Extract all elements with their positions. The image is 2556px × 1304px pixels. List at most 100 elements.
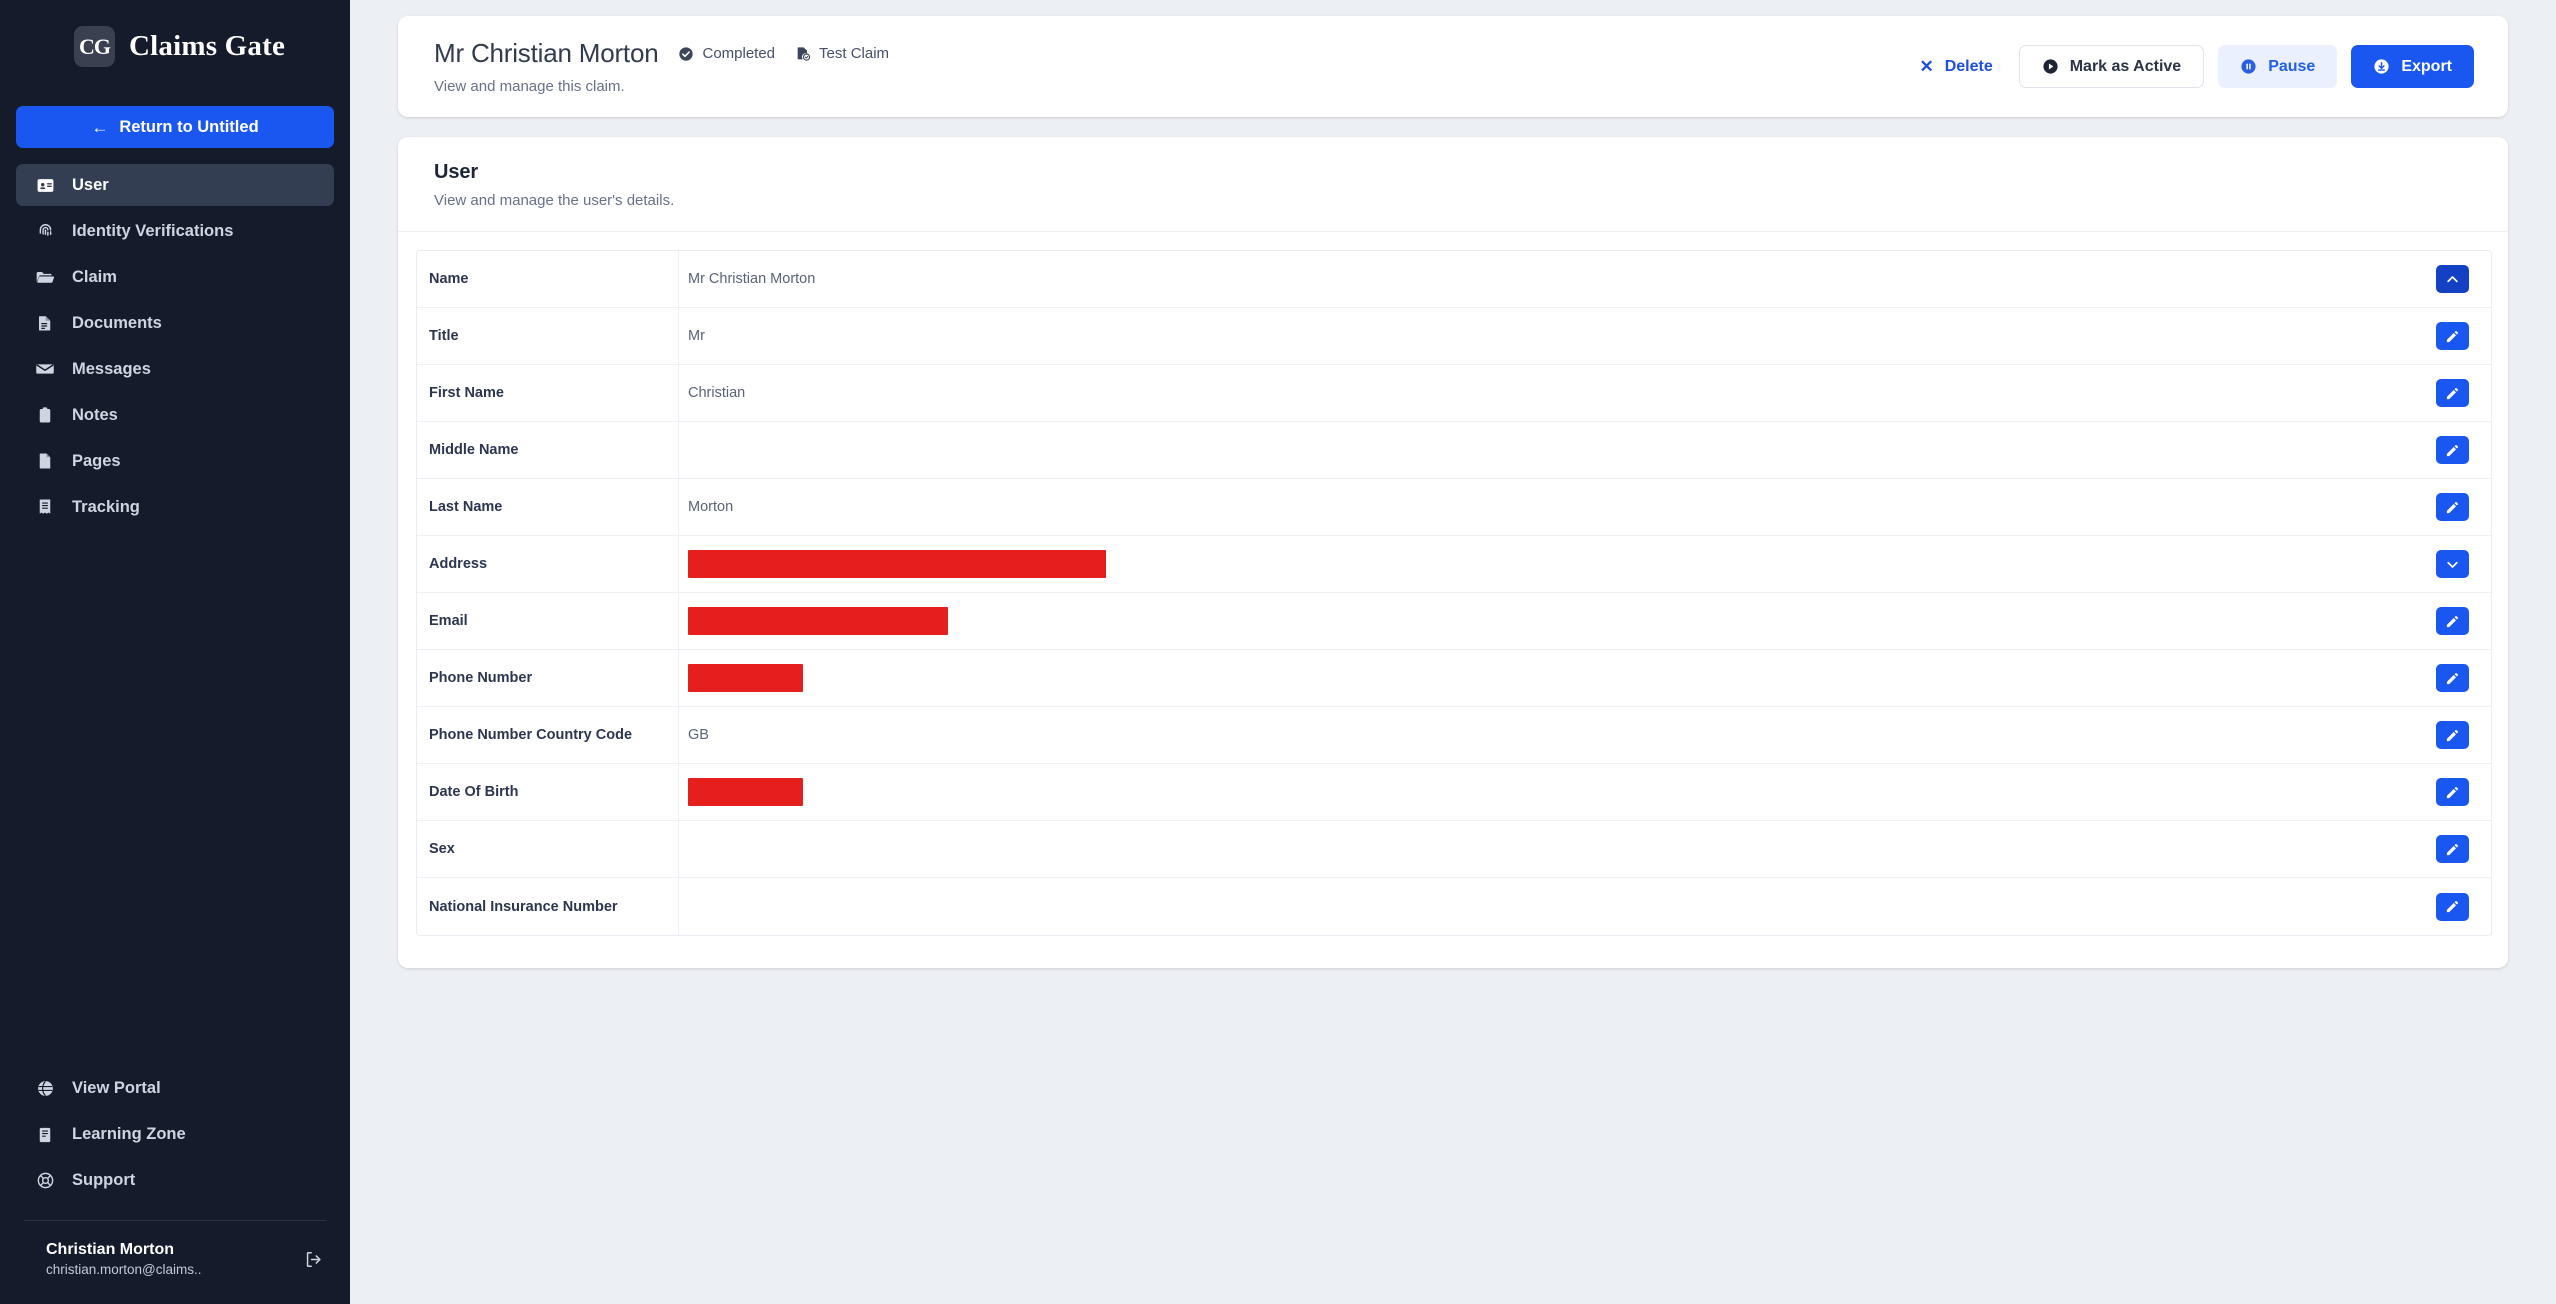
row-value <box>679 764 2413 820</box>
envelope-icon <box>35 359 55 379</box>
row-label: Last Name <box>417 479 679 535</box>
row-edit-button[interactable] <box>2435 664 2469 692</box>
file-check-icon <box>795 46 811 62</box>
download-circle-icon <box>2373 58 2390 75</box>
id-card-icon <box>35 175 55 195</box>
row-value <box>679 878 2413 935</box>
globe-icon <box>35 1079 55 1099</box>
edit-icon <box>2445 728 2460 743</box>
row-label: Title <box>417 308 679 364</box>
redaction-bar <box>688 550 1106 578</box>
row-action-cell <box>2413 707 2491 763</box>
row-edit-button[interactable] <box>2435 493 2469 521</box>
logout-icon[interactable] <box>300 1246 326 1272</box>
chevron-down-icon <box>2445 557 2460 572</box>
row-label: Phone Number Country Code <box>417 707 679 763</box>
sidebar-item-identity-verifications[interactable]: Identity Verifications <box>16 210 334 252</box>
clipboard-icon <box>35 405 55 425</box>
row-edit-button[interactable] <box>2435 892 2469 921</box>
export-button[interactable]: Export <box>2351 45 2474 88</box>
table-row: Middle Name <box>417 422 2491 479</box>
sidebar-item-user[interactable]: User <box>16 164 334 206</box>
profile[interactable]: Christian Morton christian.morton@claims… <box>0 1221 350 1294</box>
row-label: Middle Name <box>417 422 679 478</box>
row-action-cell <box>2413 764 2491 820</box>
edit-icon <box>2445 842 2460 857</box>
fingerprint-icon <box>35 221 55 241</box>
row-action-cell <box>2413 650 2491 706</box>
row-label: National Insurance Number <box>417 878 679 935</box>
sidebar-item-label: User <box>72 175 109 194</box>
edit-icon <box>2445 671 2460 686</box>
sidebar-item-tracking[interactable]: Tracking <box>16 486 334 528</box>
sidebar-item-notes[interactable]: Notes <box>16 394 334 436</box>
claim-header-card: Mr Christian Morton Completed Test Claim <box>398 16 2508 117</box>
sidebar-item-support[interactable]: Support <box>16 1160 334 1202</box>
status-badge-completed: Completed <box>678 45 775 62</box>
edit-icon <box>2445 899 2460 914</box>
table-row: First Name Christian <box>417 365 2491 422</box>
header-actions: ✕ Delete Mark as Active Pause Export <box>1907 45 2474 88</box>
row-edit-button[interactable] <box>2435 835 2469 863</box>
sidebar-item-claim[interactable]: Claim <box>16 256 334 298</box>
row-value: Mr Christian Morton <box>688 271 816 287</box>
sidebar-item-label: Learning Zone <box>72 1125 186 1144</box>
sidebar-item-messages[interactable]: Messages <box>16 348 334 390</box>
row-label: Phone Number <box>417 650 679 706</box>
row-label: First Name <box>417 365 679 421</box>
check-circle-icon <box>678 46 694 62</box>
row-action-cell <box>2413 308 2491 364</box>
sidebar-item-view-portal[interactable]: View Portal <box>16 1068 334 1110</box>
return-to-untitled-button[interactable]: ← Return to Untitled <box>16 106 334 148</box>
status-badge-test-claim: Test Claim <box>795 45 889 62</box>
row-action-cell <box>2413 878 2491 935</box>
row-label: Address <box>417 536 679 592</box>
row-label: Date Of Birth <box>417 764 679 820</box>
table-row: National Insurance Number <box>417 878 2491 935</box>
mark-as-active-button[interactable]: Mark as Active <box>2018 45 2205 88</box>
edit-icon <box>2445 329 2460 344</box>
sidebar-item-learning-zone[interactable]: Learning Zone <box>16 1114 334 1156</box>
row-action-cell <box>2413 365 2491 421</box>
pause-circle-icon <box>2240 58 2257 75</box>
row-action-cell <box>2413 422 2491 478</box>
row-edit-button[interactable] <box>2435 322 2469 350</box>
main-content: Mr Christian Morton Completed Test Claim <box>350 0 2556 1304</box>
sidebar-item-label: View Portal <box>72 1079 161 1098</box>
sidebar-nav: User Identity Verifications Claim Docume… <box>0 164 350 532</box>
table-row: Phone Number <box>417 650 2491 707</box>
delete-button[interactable]: ✕ Delete <box>1907 45 2004 88</box>
brand: CG Claims Gate <box>0 0 350 89</box>
page-title: Mr Christian Morton <box>434 38 659 68</box>
row-edit-button[interactable] <box>2435 436 2469 464</box>
user-card-header: User View and manage the user's details. <box>398 137 2508 232</box>
sidebar-bottom: View Portal Learning Zone Support Christ… <box>0 1068 350 1304</box>
row-expand-button[interactable] <box>2435 550 2469 578</box>
row-edit-button[interactable] <box>2435 778 2469 806</box>
row-value <box>679 593 2413 649</box>
sidebar-item-label: Notes <box>72 405 118 424</box>
pause-button-label: Pause <box>2268 57 2316 75</box>
return-button-label: Return to Untitled <box>119 117 259 136</box>
redaction-bar <box>688 607 948 635</box>
sidebar-item-documents[interactable]: Documents <box>16 302 334 344</box>
row-value <box>679 536 2413 592</box>
row-edit-button[interactable] <box>2435 379 2469 407</box>
row-value: Christian <box>688 385 746 401</box>
row-action-cell <box>2413 479 2491 535</box>
pause-button[interactable]: Pause <box>2218 45 2338 88</box>
claim-header-left: Mr Christian Morton Completed Test Claim <box>434 38 1907 95</box>
row-value <box>679 821 2413 877</box>
table-row: Email <box>417 593 2491 650</box>
sidebar-item-label: Support <box>72 1171 136 1190</box>
sidebar-item-pages[interactable]: Pages <box>16 440 334 482</box>
row-edit-button[interactable] <box>2435 721 2469 749</box>
profile-name: Christian Morton <box>46 1240 174 1258</box>
table-row: Address <box>417 536 2491 593</box>
row-edit-button[interactable] <box>2435 607 2469 635</box>
row-label: Name <box>417 251 679 307</box>
edit-icon <box>2445 386 2460 401</box>
row-value <box>679 650 2413 706</box>
book-icon <box>35 1125 55 1145</box>
row-collapse-button[interactable] <box>2435 265 2469 293</box>
